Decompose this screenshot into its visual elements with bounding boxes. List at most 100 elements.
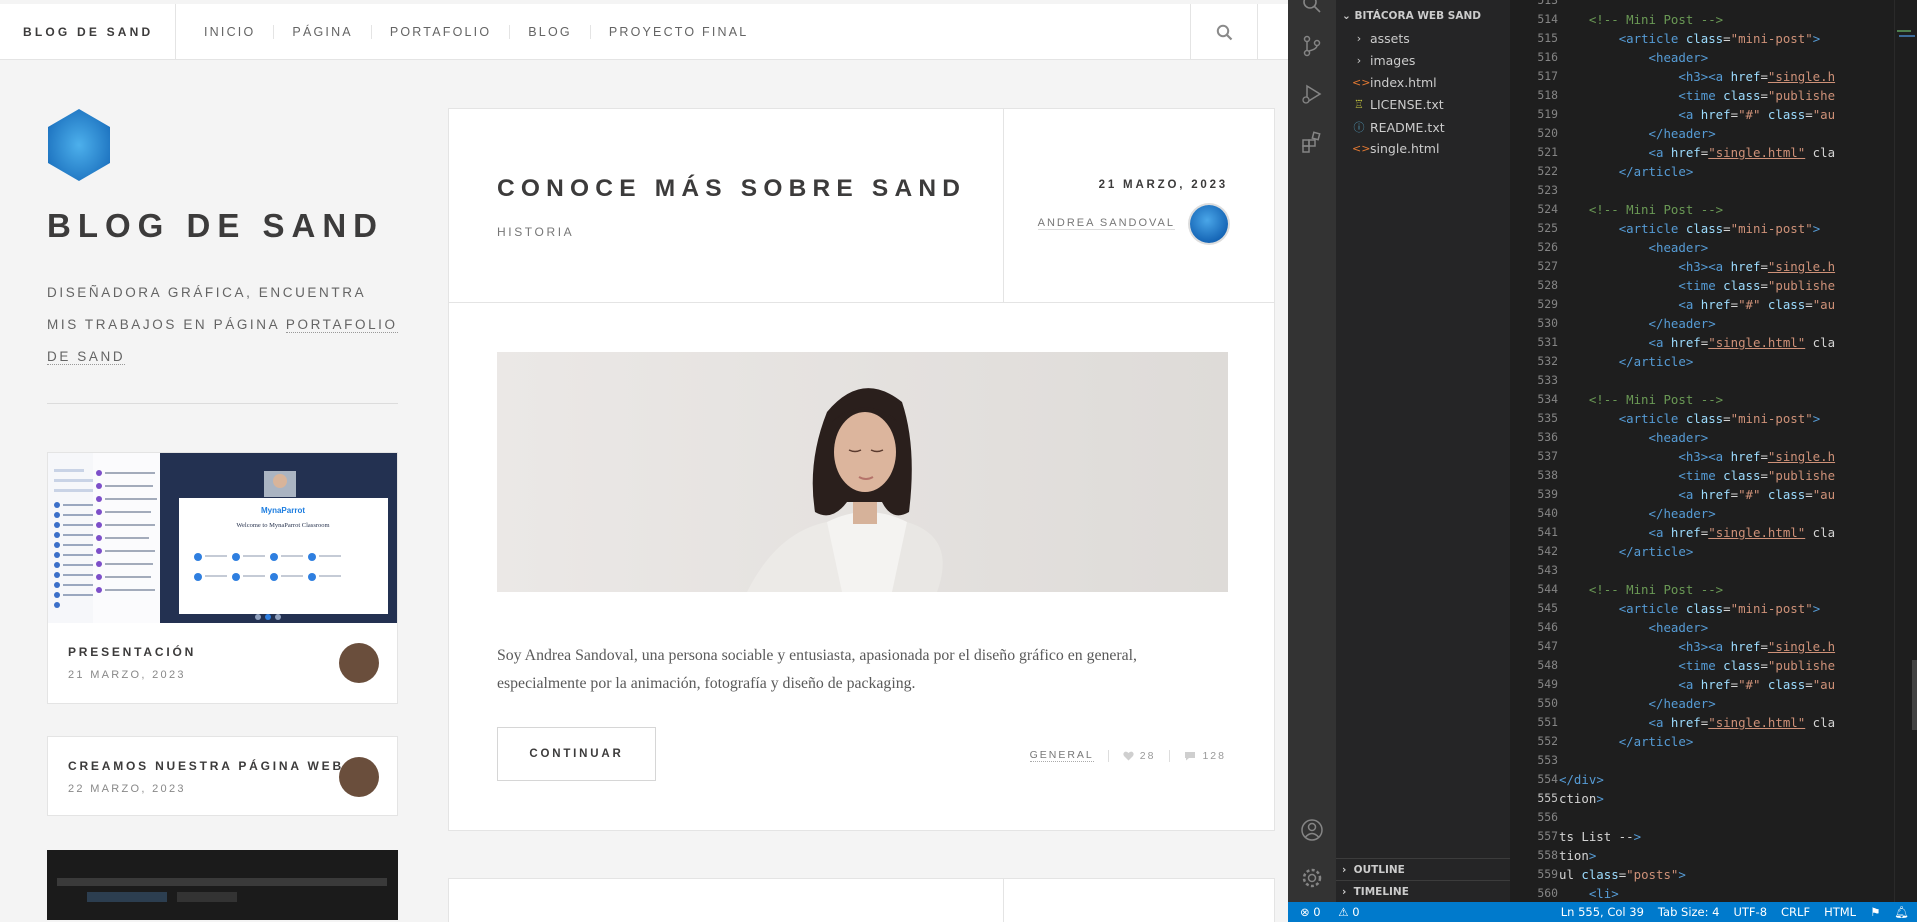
code-line[interactable]: <!-- Mini Post -->: [1559, 390, 1887, 409]
code-line[interactable]: </header>: [1559, 314, 1887, 333]
tree-file-single-html[interactable]: <> single.html: [1352, 141, 1439, 156]
mini-post-title[interactable]: PRESENTACIÓN: [68, 645, 377, 659]
post-author-link[interactable]: ANDREA SANDOVAL: [1037, 217, 1175, 230]
search-icon[interactable]: [1300, 0, 1324, 16]
code-line[interactable]: <!-- Mini Post -->: [1559, 580, 1887, 599]
code-line[interactable]: <h3><a href="single.h: [1559, 257, 1887, 276]
next-post-card: [448, 878, 1275, 922]
tree-file-readme[interactable]: ⓘ README.txt: [1352, 119, 1445, 135]
line-number: 542: [1537, 544, 1558, 558]
code-line[interactable]: <a href="#" class="au: [1559, 675, 1887, 694]
language-mode[interactable]: HTML: [1824, 905, 1856, 919]
heart-icon[interactable]: [1123, 751, 1134, 761]
explorer-root-folder[interactable]: ⌄ BITÁCORA WEB SAND: [1342, 10, 1481, 22]
mini-post-thumbnail[interactable]: [47, 850, 398, 920]
account-icon[interactable]: [1300, 818, 1324, 842]
code-line[interactable]: ction>: [1559, 789, 1887, 808]
code-line[interactable]: </article>: [1559, 542, 1887, 561]
code-line[interactable]: </article>: [1559, 732, 1887, 751]
site-brand-link[interactable]: BLOG DE SAND: [0, 3, 176, 60]
code-line[interactable]: [1559, 181, 1887, 200]
code-line[interactable]: </article>: [1559, 162, 1887, 181]
tree-file-license[interactable]: ♖ LICENSE.txt: [1352, 97, 1444, 112]
code-line[interactable]: <article class="mini-post">: [1559, 29, 1887, 48]
encoding[interactable]: UTF-8: [1733, 905, 1767, 919]
code-line[interactable]: [1559, 371, 1887, 390]
code-line[interactable]: <header>: [1559, 238, 1887, 257]
code-line[interactable]: <time class="publishe: [1559, 276, 1887, 295]
mini-post-title[interactable]: CREAMOS NUESTRA PÁGINA WEB: [68, 759, 377, 773]
code-lines[interactable]: <!-- Mini Post --> <article class="mini-…: [1559, 0, 1887, 902]
code-line[interactable]: <article class="mini-post">: [1559, 219, 1887, 238]
line-ending[interactable]: CRLF: [1781, 905, 1810, 919]
code-line[interactable]: <header>: [1559, 618, 1887, 637]
code-line[interactable]: <time class="publishe: [1559, 656, 1887, 675]
code-line[interactable]: <a href="single.html" cla: [1559, 143, 1887, 162]
nav-item-inicio[interactable]: INICIO: [180, 25, 273, 39]
code-line[interactable]: [1559, 751, 1887, 770]
author-avatar[interactable]: [1190, 205, 1228, 243]
code-line[interactable]: tion>: [1559, 846, 1887, 865]
code-line[interactable]: </header>: [1559, 124, 1887, 143]
code-line[interactable]: [1559, 561, 1887, 580]
code-line[interactable]: <!-- Mini Post -->: [1559, 10, 1887, 29]
problems-indicator[interactable]: ⊗ 0 ⚠ 0: [1300, 905, 1374, 919]
code-line[interactable]: <li>: [1559, 884, 1887, 902]
code-line[interactable]: <a href="#" class="au: [1559, 485, 1887, 504]
post-featured-image[interactable]: [497, 352, 1228, 592]
author-avatar[interactable]: [339, 643, 379, 683]
code-line[interactable]: <!-- Mini Post -->: [1559, 200, 1887, 219]
code-line[interactable]: <a href="#" class="au: [1559, 295, 1887, 314]
vscode-screenshot-image: [47, 850, 398, 920]
tree-folder-assets[interactable]: › assets: [1352, 31, 1410, 46]
post-title[interactable]: CONOCE MÁS SOBRE SAND: [497, 175, 966, 203]
gear-icon[interactable]: [1300, 866, 1324, 890]
author-avatar[interactable]: [339, 757, 379, 797]
bell-icon[interactable]: 🔔︎: [1894, 905, 1909, 919]
code-line[interactable]: <time class="publishe: [1559, 466, 1887, 485]
code-line[interactable]: <h3><a href="single.h: [1559, 447, 1887, 466]
extensions-icon[interactable]: [1300, 130, 1324, 154]
nav-item-portafolio[interactable]: PORTAFOLIO: [370, 24, 509, 39]
code-line[interactable]: <header>: [1559, 428, 1887, 447]
code-line[interactable]: <h3><a href="single.h: [1559, 637, 1887, 656]
line-number: 532: [1537, 354, 1558, 368]
nav-item-proyecto-final[interactable]: PROYECTO FINAL: [589, 24, 767, 39]
code-line[interactable]: </header>: [1559, 694, 1887, 713]
search-button[interactable]: [1190, 4, 1258, 60]
html-file-icon: <>: [1352, 76, 1371, 89]
code-line[interactable]: <header>: [1559, 48, 1887, 67]
code-line[interactable]: <a href="single.html" cla: [1559, 333, 1887, 352]
run-debug-icon[interactable]: [1300, 82, 1324, 106]
outline-section[interactable]: › OUTLINE: [1336, 858, 1510, 880]
code-line[interactable]: ul class="posts">: [1559, 865, 1887, 884]
feedback-icon[interactable]: ⚑: [1870, 905, 1880, 919]
tree-file-index-html[interactable]: <> index.html: [1352, 75, 1437, 90]
comment-icon[interactable]: [1184, 751, 1196, 761]
code-line[interactable]: <a href="#" class="au: [1559, 105, 1887, 124]
code-editor[interactable]: 513 514 515 516 517 518 519 520 521 522 523 524 525 5…: [1510, 0, 1917, 902]
continue-button[interactable]: CONTINUAR: [497, 727, 656, 781]
code-line[interactable]: <h3><a href="single.h: [1559, 67, 1887, 86]
code-line[interactable]: [1559, 0, 1887, 10]
code-line[interactable]: <a href="single.html" cla: [1559, 523, 1887, 542]
code-line[interactable]: </div>: [1559, 770, 1887, 789]
code-line[interactable]: </article>: [1559, 352, 1887, 371]
minimap[interactable]: [1894, 0, 1917, 902]
tree-folder-images[interactable]: › images: [1352, 53, 1416, 68]
code-line[interactable]: <article class="mini-post">: [1559, 409, 1887, 428]
code-line[interactable]: ts List -->: [1559, 827, 1887, 846]
category-link[interactable]: GENERAL: [1029, 749, 1094, 762]
code-line[interactable]: </header>: [1559, 504, 1887, 523]
nav-item-blog[interactable]: BLOG: [509, 24, 590, 39]
code-line[interactable]: <a href="single.html" cla: [1559, 713, 1887, 732]
timeline-section[interactable]: › TIMELINE: [1336, 880, 1510, 902]
mini-post-thumbnail[interactable]: MynaParrot Welcome to MynaParrot Classro…: [48, 453, 397, 623]
tab-size[interactable]: Tab Size: 4: [1658, 905, 1720, 919]
cursor-position[interactable]: Ln 555, Col 39: [1561, 905, 1644, 919]
nav-item-pagina[interactable]: PÁGINA: [273, 24, 370, 39]
code-line[interactable]: [1559, 808, 1887, 827]
code-line[interactable]: <article class="mini-post">: [1559, 599, 1887, 618]
code-line[interactable]: <time class="publishe: [1559, 86, 1887, 105]
source-control-icon[interactable]: [1300, 34, 1324, 58]
